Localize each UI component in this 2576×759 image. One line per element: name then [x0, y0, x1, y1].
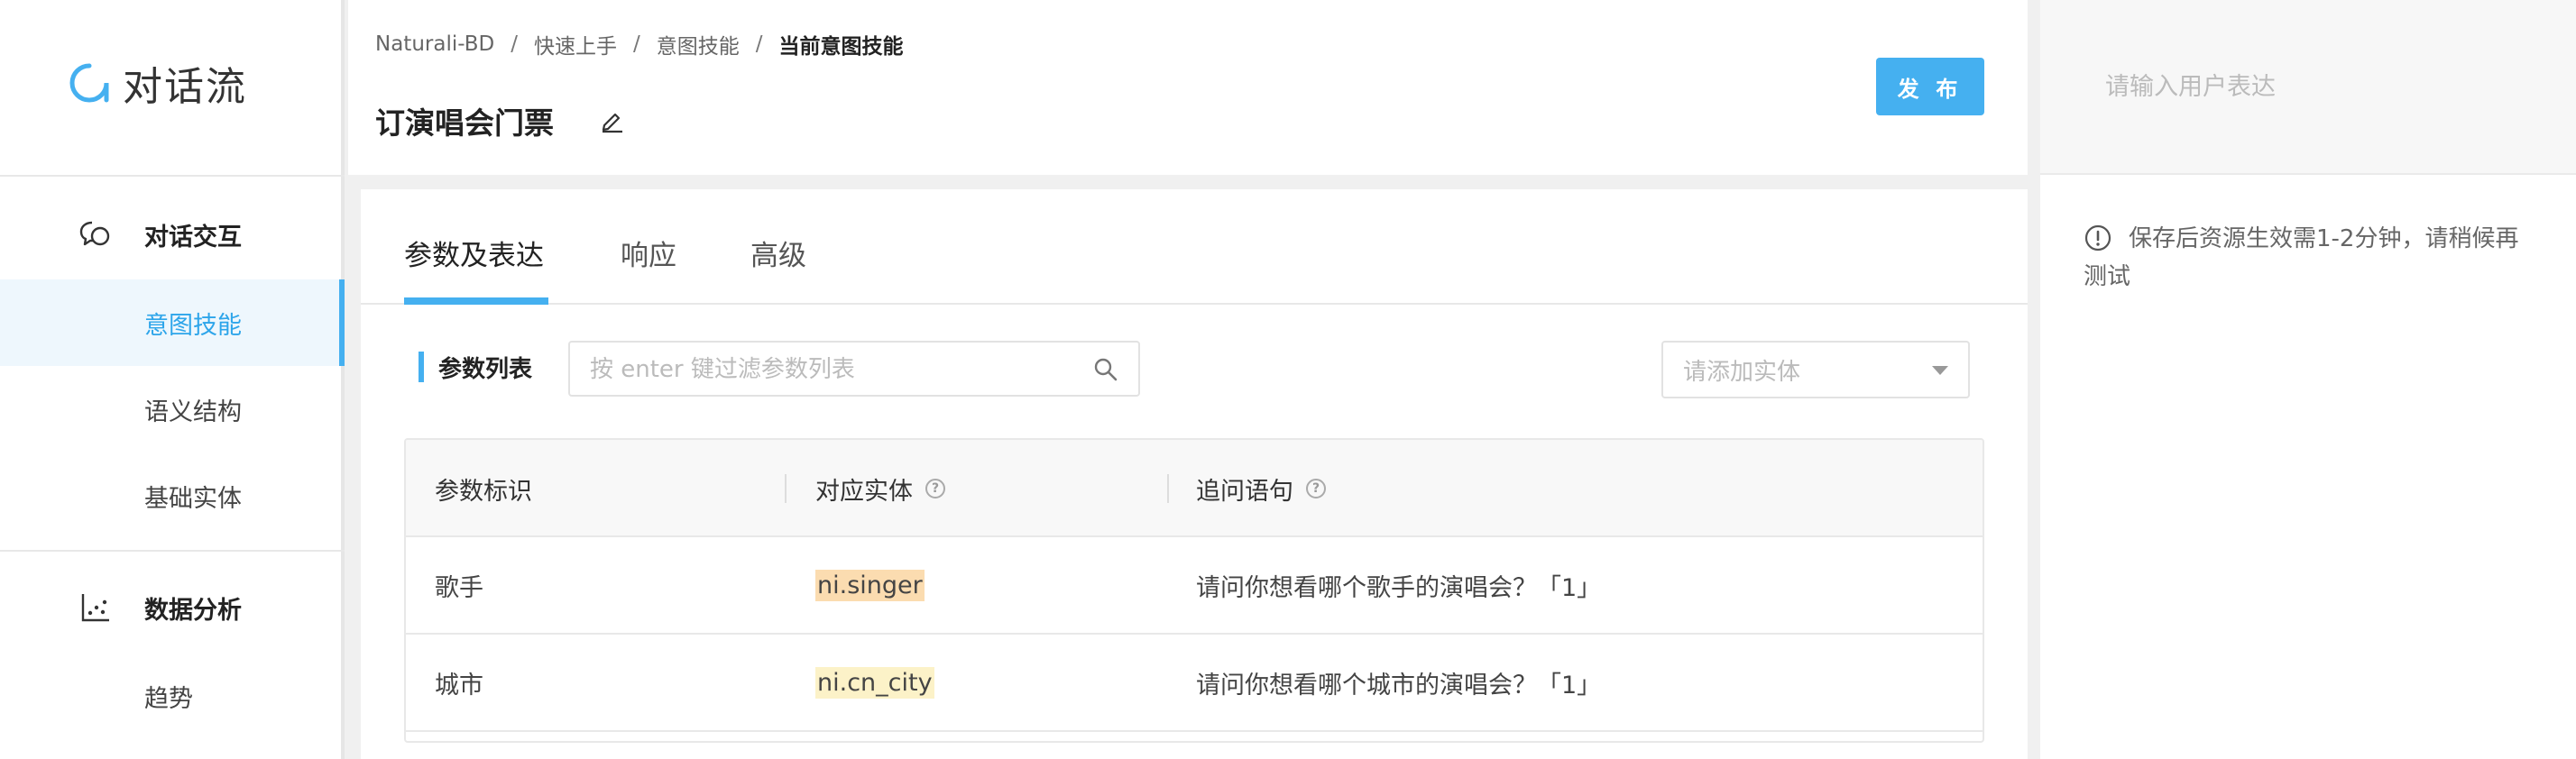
sidebar-item-label: 基础实体 — [144, 484, 242, 513]
test-input-area — [2040, 0, 2576, 175]
entity-tag[interactable]: ni.cn_city — [815, 666, 934, 699]
column-header-label: 对应实体 — [815, 477, 913, 506]
scatter-plot-icon — [78, 590, 114, 626]
table-row[interactable]: 歌手 ni.singer 请问你想看哪个歌手的演唱会？「1」 — [406, 537, 1983, 635]
publish-button[interactable]: 发 布 — [1876, 58, 1984, 115]
tab-params-and-expressions[interactable]: 参数及表达 — [404, 233, 544, 273]
table-header: 参数标识 对应实体 ? 追问语句 ? — [406, 440, 1983, 537]
param-entity[interactable]: ni.cn_city — [815, 635, 934, 730]
breadcrumb-separator: / — [755, 32, 763, 56]
breadcrumb-current: 当前意图技能 — [778, 35, 904, 59]
intent-editor: 参数及表达 响应 高级 参数列表 请添加实体 参数标识 对应实体 ? — [361, 189, 2028, 759]
sidebar-item-label: 语义结构 — [144, 398, 242, 426]
breadcrumb-item[interactable]: Naturali-BD — [375, 32, 494, 56]
section-title: 数据分析 — [144, 596, 242, 625]
chevron-down-icon — [1932, 366, 1948, 375]
app-title: 对话流 — [123, 64, 247, 110]
column-header-param-id: 参数标识 — [435, 440, 532, 537]
sidebar-divider — [0, 550, 345, 552]
test-panel: 保存后资源生效需1-2分钟，请稍候再测试 — [2040, 0, 2576, 759]
column-header-label: 追问语句 — [1196, 477, 1293, 506]
tab-bar: 参数及表达 响应 高级 — [361, 189, 2028, 305]
edit-icon[interactable] — [599, 106, 626, 133]
column-divider — [1167, 474, 1169, 503]
sidebar-item-intent-skills[interactable]: 意图技能 — [0, 279, 345, 366]
help-icon[interactable]: ? — [925, 479, 945, 498]
sidebar-item-label: 趋势 — [144, 684, 193, 713]
page-title: 订演唱会门票 — [375, 105, 554, 141]
breadcrumb-item[interactable]: 快速上手 — [534, 29, 617, 59]
sidebar-item-trends[interactable]: 趋势 — [0, 653, 345, 739]
search-icon[interactable] — [1093, 357, 1118, 382]
column-header-label: 参数标识 — [435, 477, 532, 506]
add-entity-placeholder: 请添加实体 — [1683, 358, 1801, 386]
section-data-analysis[interactable]: 数据分析 — [78, 590, 242, 626]
sidebar-divider — [0, 175, 345, 177]
app-logo[interactable]: 对话流 — [69, 56, 247, 110]
breadcrumb-separator: / — [511, 32, 518, 56]
breadcrumb-separator: / — [632, 32, 640, 56]
param-search[interactable] — [568, 341, 1140, 397]
section-title: 对话交互 — [144, 223, 242, 251]
sidebar-item-base-entities[interactable]: 基础实体 — [0, 453, 345, 539]
column-header-entity: 对应实体 ? — [815, 440, 945, 537]
user-expression-input[interactable] — [2105, 69, 2538, 105]
sidebar-item-semantic-structure[interactable]: 语义结构 — [0, 366, 345, 453]
section-dialog-interaction[interactable]: 对话交互 — [78, 216, 242, 252]
breadcrumb-item[interactable]: 意图技能 — [657, 29, 740, 59]
page-header: Naturali-BD / 快速上手 / 意图技能 / 当前意图技能 订演唱会门… — [348, 0, 2028, 175]
param-followup[interactable]: 请问你想看哪个歌手的演唱会？「1」 — [1196, 537, 1601, 633]
active-tab-indicator — [404, 297, 548, 305]
chat-bubbles-icon — [78, 216, 114, 252]
tab-response[interactable]: 响应 — [621, 233, 676, 273]
param-name[interactable]: 歌手 — [435, 537, 483, 633]
sidebar: 对话流 对话交互 意图技能 语义结构 基础实体 数据分析 趋势 — [0, 0, 345, 759]
entity-tag[interactable]: ni.singer — [815, 569, 925, 601]
tab-advanced[interactable]: 高级 — [750, 233, 806, 273]
add-entity-select[interactable]: 请添加实体 — [1661, 341, 1970, 398]
save-notice: 保存后资源生效需1-2分钟，请稍候再测试 — [2084, 225, 2519, 290]
column-divider — [785, 474, 787, 503]
param-entity[interactable]: ni.singer — [815, 537, 925, 633]
param-list-label: 参数列表 — [419, 352, 532, 383]
param-name[interactable]: 城市 — [435, 635, 483, 730]
breadcrumb: Naturali-BD / 快速上手 / 意图技能 / 当前意图技能 — [375, 29, 903, 59]
param-search-input[interactable] — [590, 353, 1077, 386]
table-row[interactable]: 城市 ni.cn_city 请问你想看哪个城市的演唱会？「1」 — [406, 635, 1983, 732]
help-icon[interactable]: ? — [1306, 479, 1326, 498]
param-followup[interactable]: 请问你想看哪个城市的演唱会？「1」 — [1196, 635, 1601, 730]
logo-icon — [69, 62, 110, 104]
sidebar-item-label: 意图技能 — [144, 311, 242, 340]
param-table: 参数标识 对应实体 ? 追问语句 ? 歌手 ni.singer 请问你想看哪个歌… — [404, 438, 1984, 743]
column-header-followup: 追问语句 ? — [1196, 440, 1326, 537]
